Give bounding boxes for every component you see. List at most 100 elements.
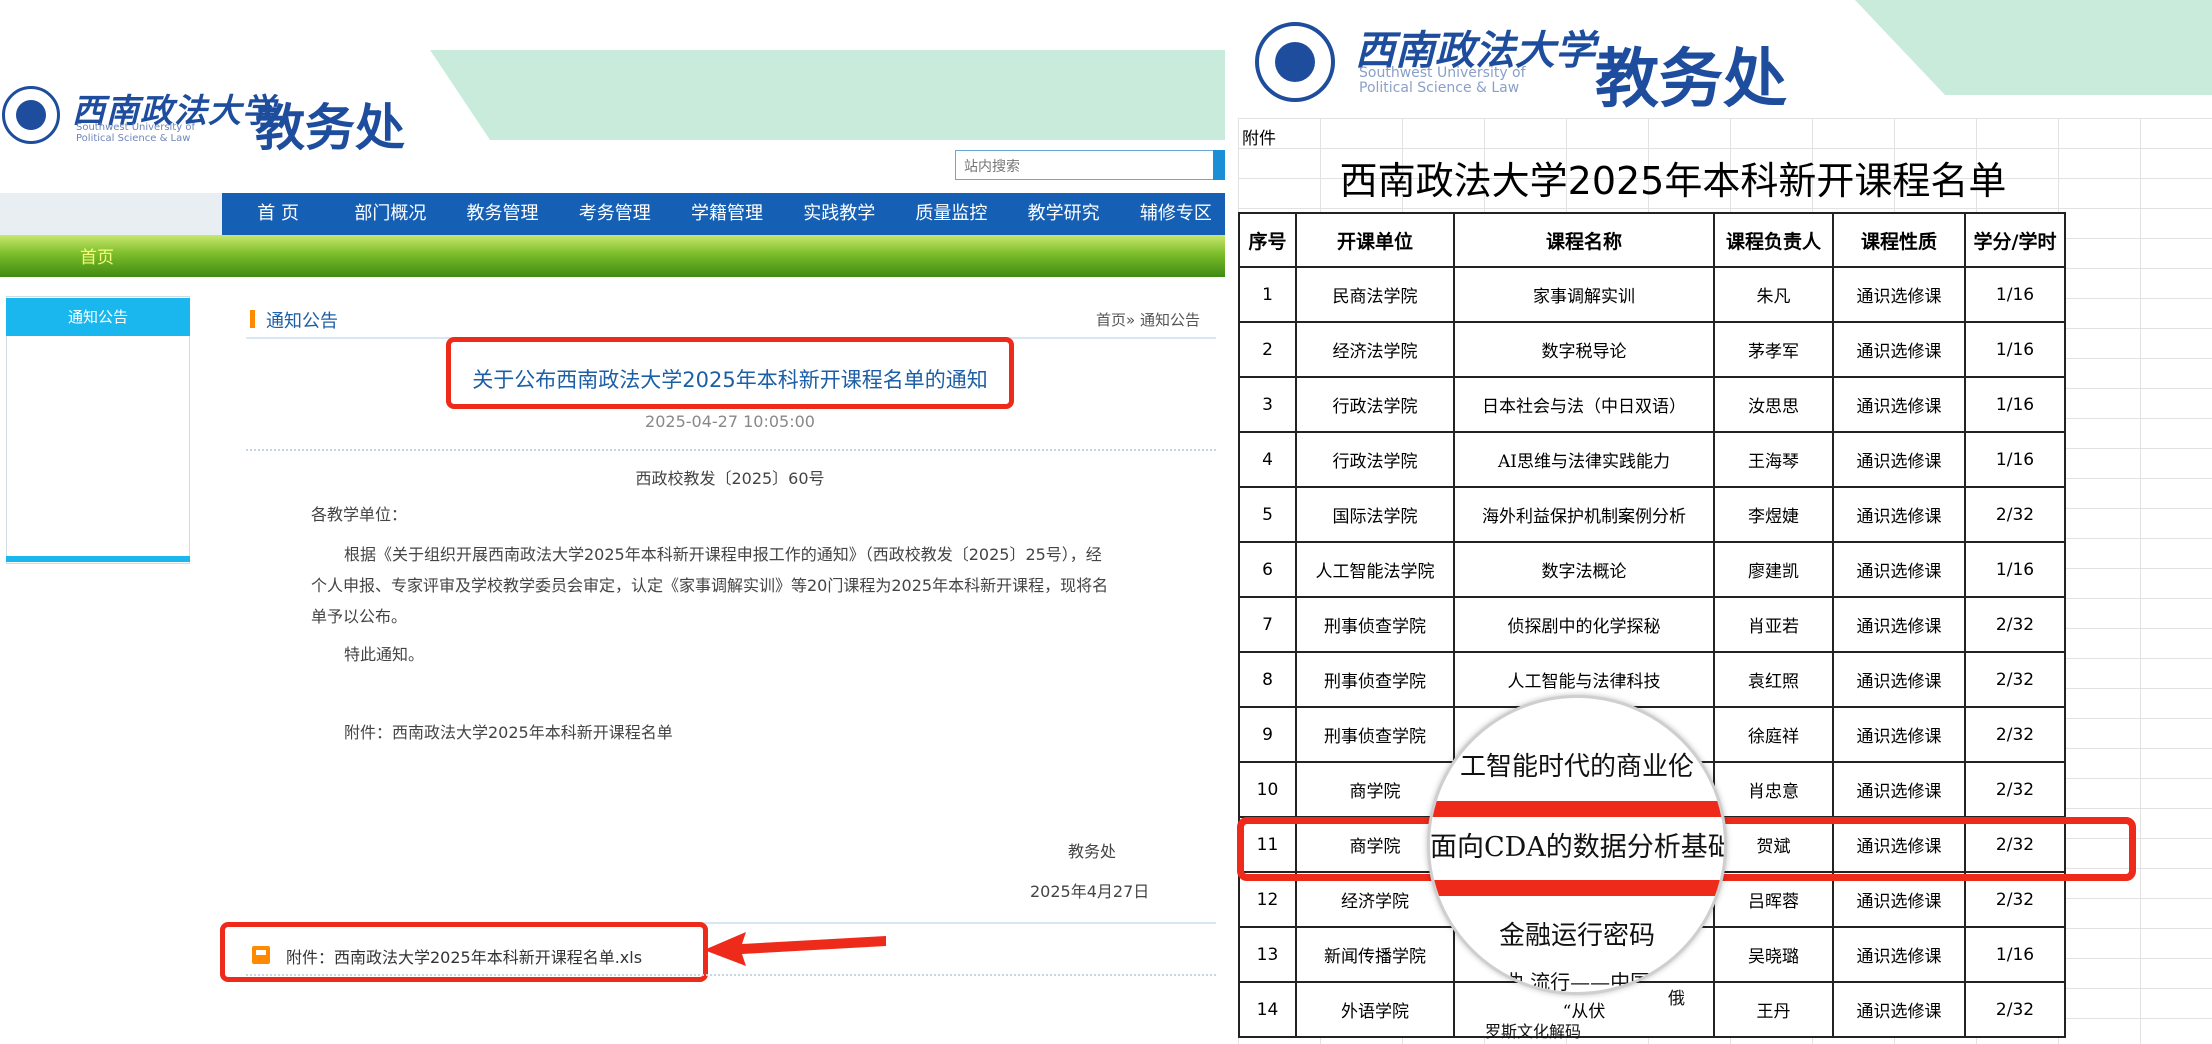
row-course-cell[interactable]: 数字税导论 [1453, 321, 1715, 378]
row-lead-cell[interactable]: 李煜婕 [1713, 486, 1834, 543]
row-lead-cell[interactable]: 汝思思 [1713, 376, 1834, 433]
row-credits-cell[interactable]: 2/32 [1964, 981, 2066, 1038]
row-credits-cell[interactable]: 2/32 [1964, 596, 2066, 653]
table-row[interactable]: 1 民商法学院 家事调解实训 朱凡 通识选修课 1/16 [1238, 266, 2066, 323]
row-unit-cell[interactable]: 刑事侦查学院 [1295, 651, 1455, 708]
row-credits-cell[interactable]: 1/16 [1964, 266, 2066, 323]
nav-exams[interactable]: 考务管理 [559, 193, 671, 235]
row-type-cell[interactable]: 通识选修课 [1832, 981, 1966, 1038]
row-index-cell[interactable]: 3 [1238, 376, 1297, 433]
row-course-cell[interactable]: 数字法概论 [1453, 541, 1715, 598]
nav-practice[interactable]: 实践教学 [783, 193, 895, 235]
banner-home-link[interactable]: 首页 [80, 243, 114, 268]
col-header-type[interactable]: 课程性质 [1832, 212, 1966, 268]
closing-text: 特此通知。 [344, 645, 425, 664]
row-type-cell[interactable]: 通识选修课 [1832, 706, 1966, 763]
row-credits-cell[interactable]: 2/32 [1964, 486, 2066, 543]
row-index-cell[interactable]: 6 [1238, 541, 1297, 598]
table-row[interactable]: 2 经济法学院 数字税导论 茅孝军 通识选修课 1/16 [1238, 321, 2066, 378]
col-header-unit[interactable]: 开课单位 [1295, 212, 1455, 268]
table-row[interactable]: 5 国际法学院 海外利益保护机制案例分析 李煜婕 通识选修课 2/32 [1238, 486, 2066, 543]
search-button[interactable] [1213, 150, 1225, 180]
nav-about[interactable]: 部门概况 [334, 193, 446, 235]
signature-date: 2025年4月27日 [1030, 882, 1150, 901]
row-unit-cell[interactable]: 行政法学院 [1295, 376, 1455, 433]
row-credits-cell[interactable]: 1/16 [1964, 321, 2066, 378]
row-index-cell[interactable]: 5 [1238, 486, 1297, 543]
row-index-cell[interactable]: 2 [1238, 321, 1297, 378]
nav-quality[interactable]: 质量监控 [895, 193, 1007, 235]
magnified-highlight-top [1430, 801, 1724, 817]
row-index-cell[interactable]: 13 [1238, 926, 1297, 983]
magnifier-lens: 工智能时代的商业伦 面向CDA的数据分析基础 金融运行密码 曲 流行——中国 [1427, 695, 1727, 995]
row-unit-cell[interactable]: 经济法学院 [1295, 321, 1455, 378]
row-lead-cell[interactable]: 王丹 [1713, 981, 1834, 1038]
table-row[interactable]: 8 刑事侦查学院 人工智能与法律科技 袁红照 通识选修课 2/32 [1238, 651, 2066, 708]
col-header-course[interactable]: 课程名称 [1453, 212, 1715, 268]
row-type-cell[interactable]: 通识选修课 [1832, 596, 1966, 653]
nav-registry[interactable]: 学籍管理 [671, 193, 783, 235]
row-unit-cell[interactable]: 刑事侦查学院 [1295, 596, 1455, 653]
row-lead-cell[interactable]: 茅孝军 [1713, 321, 1834, 378]
row-credits-cell[interactable]: 2/32 [1964, 651, 2066, 708]
table-row[interactable]: 7 刑事侦查学院 侦探剧中的化学探秘 肖亚若 通识选修课 2/32 [1238, 596, 2066, 653]
row-type-cell[interactable]: 通识选修课 [1832, 541, 1966, 598]
row-credits-cell[interactable]: 1/16 [1964, 926, 2066, 983]
row-course-cell[interactable]: 日本社会与法（中日双语） [1453, 376, 1715, 433]
row-lead-cell[interactable]: 肖忠意 [1713, 761, 1834, 818]
nav-minor[interactable]: 辅修专区 [1120, 193, 1225, 235]
row-type-cell[interactable]: 通识选修课 [1832, 431, 1966, 488]
row-lead-cell[interactable]: 廖建凯 [1713, 541, 1834, 598]
nav-research[interactable]: 教学研究 [1008, 193, 1120, 235]
row-type-cell[interactable]: 通识选修课 [1832, 266, 1966, 323]
row-lead-cell[interactable]: 朱凡 [1713, 266, 1834, 323]
row-credits-cell[interactable]: 1/16 [1964, 541, 2066, 598]
row-unit-cell[interactable]: 行政法学院 [1295, 431, 1455, 488]
row-unit-cell[interactable]: 人工智能法学院 [1295, 541, 1455, 598]
row-unit-cell[interactable]: 国际法学院 [1295, 486, 1455, 543]
nav-academic[interactable]: 教务管理 [446, 193, 558, 235]
row-credits-cell[interactable]: 2/32 [1964, 761, 2066, 818]
row-index-cell[interactable]: 9 [1238, 706, 1297, 763]
row-index-cell[interactable]: 4 [1238, 431, 1297, 488]
row-course-cell[interactable]: 家事调解实训 [1453, 266, 1715, 323]
row-lead-cell[interactable]: 袁红照 [1713, 651, 1834, 708]
col-header-credits[interactable]: 学分/学时 [1964, 212, 2066, 268]
row-index-cell[interactable]: 8 [1238, 651, 1297, 708]
row-index-cell[interactable]: 1 [1238, 266, 1297, 323]
row-lead-cell[interactable]: 徐庭祥 [1713, 706, 1834, 763]
row-type-cell[interactable]: 通识选修课 [1832, 651, 1966, 708]
row-credits-cell[interactable]: 2/32 [1964, 706, 2066, 763]
row-unit-cell[interactable]: 民商法学院 [1295, 266, 1455, 323]
nav-left-strip [0, 193, 222, 235]
table-row[interactable]: 3 行政法学院 日本社会与法（中日双语） 汝思思 通识选修课 1/16 [1238, 376, 2066, 433]
breadcrumb[interactable]: 首页» 通知公告 [1096, 309, 1200, 330]
table-row[interactable]: 6 人工智能法学院 数字法概论 廖建凯 通识选修课 1/16 [1238, 541, 2066, 598]
row-lead-cell[interactable]: 王海琴 [1713, 431, 1834, 488]
sidebar-bottom-bar [6, 556, 190, 562]
row-course-cell[interactable]: 侦探剧中的化学探秘 [1453, 596, 1715, 653]
row-credits-cell[interactable]: 1/16 [1964, 431, 2066, 488]
col-header-lead[interactable]: 课程负责人 [1713, 212, 1834, 268]
row-index-cell[interactable]: 14 [1238, 981, 1297, 1038]
attachment-link[interactable]: 附件：西南政法大学2025年本科新开课程名单.xls [286, 944, 642, 968]
university-emblem-icon [1255, 22, 1335, 102]
row-lead-cell[interactable]: 肖亚若 [1713, 596, 1834, 653]
row-type-cell[interactable]: 通识选修课 [1832, 321, 1966, 378]
row-credits-cell[interactable]: 1/16 [1964, 376, 2066, 433]
row-type-cell[interactable]: 通识选修课 [1832, 926, 1966, 983]
row-course-cell[interactable]: 海外利益保护机制案例分析 [1453, 486, 1715, 543]
row-type-cell[interactable]: 通识选修课 [1832, 761, 1966, 818]
row-type-cell[interactable]: 通识选修课 [1832, 376, 1966, 433]
row-index-cell[interactable]: 10 [1238, 761, 1297, 818]
attachment-cell[interactable]: 附件 [1242, 124, 1276, 149]
site-search-input[interactable]: 站内搜索 [955, 150, 1215, 180]
row-lead-cell[interactable]: 吴晓璐 [1713, 926, 1834, 983]
col-header-index[interactable]: 序号 [1238, 212, 1297, 268]
row-type-cell[interactable]: 通识选修课 [1832, 486, 1966, 543]
table-row[interactable]: 4 行政法学院 AI思维与法律实践能力 王海琴 通识选修课 1/16 [1238, 431, 2066, 488]
nav-home[interactable]: 首 页 [222, 193, 334, 235]
row-course-cell[interactable]: AI思维与法律实践能力 [1453, 431, 1715, 488]
sidebar-item-notices[interactable]: 通知公告 [6, 298, 190, 336]
row-index-cell[interactable]: 7 [1238, 596, 1297, 653]
